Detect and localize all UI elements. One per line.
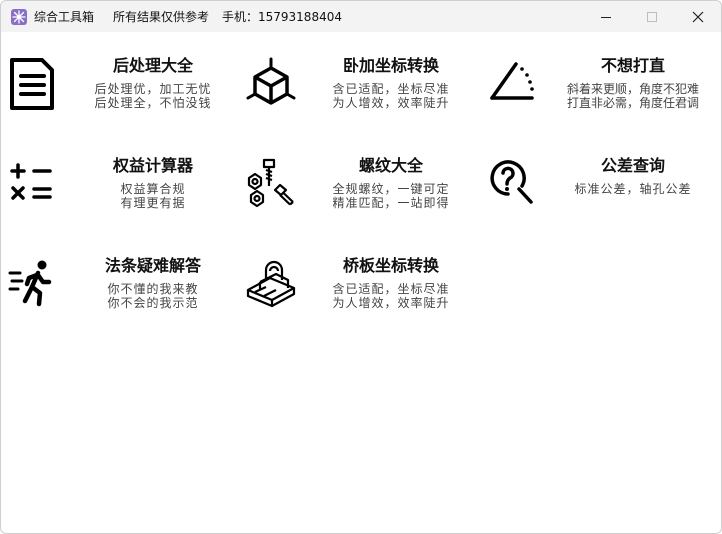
angle-icon [488, 56, 538, 112]
minimize-icon [601, 16, 611, 18]
tool-horizontal-coordinate-conversion[interactable]: 卧加坐标转换 含已适配，坐标尽准 为人增效，效率陡升 [246, 56, 476, 136]
tool-name: 不想打直 [600, 56, 665, 75]
tool-description: 全规螺纹，一键可定 精准匹配，一站即得 [332, 182, 450, 210]
tool-name: 权益计算器 [112, 156, 193, 175]
tool-name: 公差查询 [600, 156, 665, 175]
phone-text: 手机：15793188404 [222, 10, 342, 24]
tool-name: 法条疑难解答 [104, 256, 201, 275]
tool-description: 斜着来更顺，角度不犯难 打直非必需，角度任君调 [566, 82, 699, 110]
tool-name: 后处理大全 [112, 56, 193, 75]
tool-tolerance-lookup[interactable]: 公差查询 标准公差，轴孔公差 [488, 156, 718, 236]
tool-description: 你不懂的我来教 你不会的我示范 [107, 282, 199, 310]
maximize-button[interactable] [629, 1, 675, 32]
minimize-button[interactable] [583, 1, 629, 32]
close-button[interactable] [675, 1, 721, 32]
tool-name: 卧加坐标转换 [342, 56, 439, 75]
tool-legal-qa[interactable]: 法条疑难解答 你不懂的我来教 你不会的我示范 [8, 256, 238, 336]
running-person-icon [8, 256, 58, 312]
tool-description: 含已适配，坐标尽准 为人增效，效率陡升 [332, 282, 450, 310]
tool-bridge-plate-coordinate-conversion[interactable]: 桥板坐标转换 含已适配，坐标尽准 为人增效，效率陡升 [246, 256, 476, 336]
maximize-icon [647, 11, 657, 22]
cube-axes-icon [246, 56, 296, 112]
question-search-icon [488, 156, 538, 212]
tool-description: 权益算合规 有理更有据 [120, 182, 186, 210]
tool-thread-reference[interactable]: 螺纹大全 全规螺纹，一键可定 精准匹配，一站即得 [246, 156, 476, 236]
tool-post-processing[interactable]: 后处理大全 后处理优，加工无忧 后处理全，不怕没钱 [8, 56, 238, 136]
close-icon [692, 11, 704, 22]
app-logo-icon [11, 9, 27, 25]
bridge-plate-icon [246, 256, 296, 312]
tool-name: 螺纹大全 [358, 156, 423, 175]
window-title: 综合工具箱 [34, 10, 95, 24]
tool-name: 桥板坐标转换 [342, 256, 439, 275]
disclaimer-text: 所有结果仅供参考 [113, 10, 210, 24]
title-bar[interactable]: 综合工具箱 所有结果仅供参考 手机：15793188404 [1, 1, 721, 32]
bolts-nuts-icon [246, 156, 296, 212]
tool-description: 后处理优，加工无忧 后处理全，不怕没钱 [94, 82, 212, 110]
tool-description: 标准公差，轴孔公差 [574, 182, 692, 196]
calculator-icon [8, 156, 58, 212]
document-icon [8, 56, 58, 112]
tool-rights-calculator[interactable]: 权益计算器 权益算合规 有理更有据 [8, 156, 238, 236]
tool-description: 含已适配，坐标尽准 为人增效，效率陡升 [332, 82, 450, 110]
tool-angle-calculation[interactable]: 不想打直 斜着来更顺，角度不犯难 打直非必需，角度任君调 [488, 56, 718, 136]
